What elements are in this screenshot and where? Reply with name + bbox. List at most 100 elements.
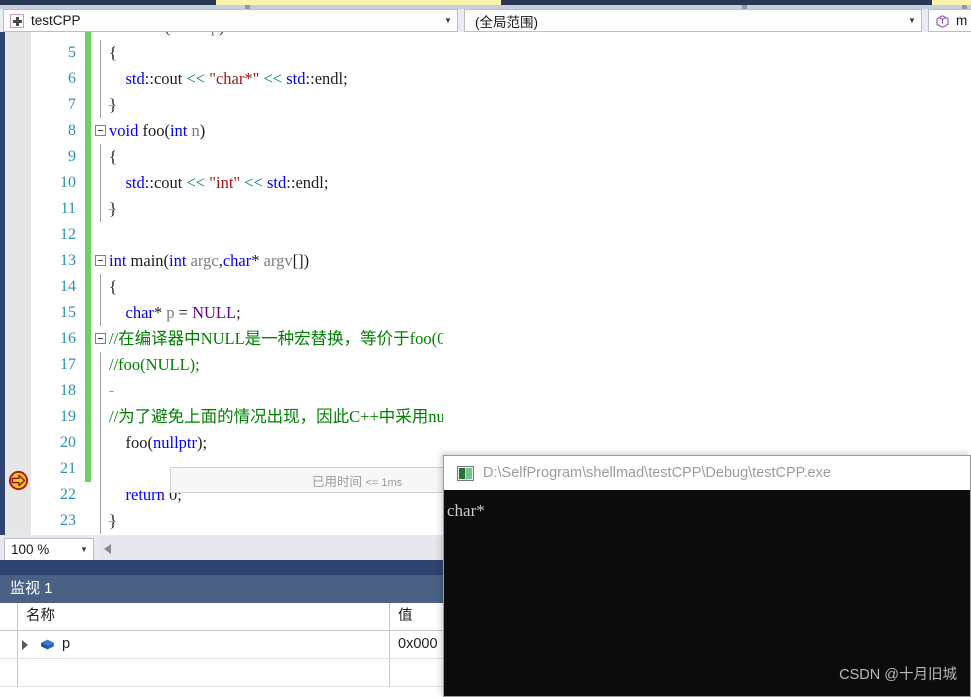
fold-gutter[interactable] (91, 482, 109, 508)
code-text[interactable]: return 0; (109, 482, 182, 508)
line-number: 14 (31, 274, 76, 300)
puzzle-piece-icon (8, 13, 26, 29)
elapsed-time-annotation: 已用时间 <= 1ms (312, 471, 402, 490)
code-line[interactable]: 11} (31, 196, 443, 222)
line-number: 12 (31, 222, 76, 248)
fold-gutter[interactable] (91, 352, 109, 378)
line-number: 22 (31, 482, 76, 508)
watch-header-name[interactable]: 名称 (18, 603, 390, 630)
fold-gutter[interactable] (91, 66, 109, 92)
horizontal-scrollbar[interactable] (99, 538, 443, 561)
fold-gutter[interactable] (91, 92, 109, 118)
chevron-down-icon[interactable]: ▼ (75, 545, 93, 554)
fold-gutter[interactable] (91, 196, 109, 222)
scroll-left-arrow-icon[interactable] (104, 544, 111, 554)
zoom-level-dropdown[interactable]: 100 % ▼ (4, 538, 94, 561)
code-editor[interactable]: 4void foo(char* p)5{6 std::cout << "char… (0, 32, 443, 535)
watch-window: 监视 1 名称 值 p 0x000 (0, 565, 443, 697)
console-output-line: char* (444, 500, 970, 522)
fold-gutter[interactable] (91, 430, 109, 456)
code-text[interactable]: { (109, 144, 117, 170)
code-line[interactable]: 8void foo(int n) (31, 118, 443, 144)
code-line[interactable]: 9{ (31, 144, 443, 170)
member-dropdown[interactable]: m (928, 9, 971, 32)
table-row[interactable]: p 0x000 (0, 631, 443, 659)
collapse-minus-icon[interactable] (95, 255, 106, 266)
expander-triangle-icon[interactable] (22, 640, 28, 650)
code-text[interactable]: //foo(NULL); (109, 352, 200, 378)
watch-row-gutter (0, 631, 18, 658)
fold-guide-line (100, 170, 101, 196)
fold-gutter[interactable] (91, 40, 109, 66)
watch-column-separator (389, 659, 390, 686)
code-text[interactable]: std::cout << "int" << std::endl; (109, 170, 328, 196)
fold-gutter[interactable] (91, 404, 109, 430)
current-execution-arrow-icon[interactable] (8, 470, 29, 491)
code-line[interactable]: 15 char* p = NULL; (31, 300, 443, 326)
code-line[interactable]: 6 std::cout << "char*" << std::endl; (31, 66, 443, 92)
navigation-bar: testCPP ▼ (全局范围) ▼ m (0, 9, 971, 32)
chevron-down-icon[interactable]: ▼ (439, 9, 457, 32)
watch-variable-name[interactable]: p (62, 631, 70, 658)
fold-gutter[interactable] (91, 508, 109, 534)
line-number: 6 (31, 66, 76, 92)
code-line[interactable]: 18 (31, 378, 443, 404)
elapsed-label: 已用时间 (312, 475, 362, 489)
code-text[interactable]: std::cout << "char*" << std::endl; (109, 66, 348, 92)
code-line[interactable]: 5{ (31, 40, 443, 66)
collapse-minus-icon[interactable] (95, 125, 106, 136)
chevron-down-icon[interactable]: ▼ (903, 9, 921, 32)
console-window[interactable]: D:\SelfProgram\shellmad\testCPP\Debug\te… (443, 455, 971, 697)
fold-gutter[interactable] (91, 144, 109, 170)
line-number: 5 (31, 40, 76, 66)
console-title-bar[interactable]: D:\SelfProgram\shellmad\testCPP\Debug\te… (444, 456, 970, 490)
code-line[interactable]: 16//在编译器中NULL是一种宏替换，等价于foo(0);而非想要指向的指针类… (31, 326, 443, 352)
project-dropdown[interactable]: testCPP ▼ (3, 9, 458, 32)
code-line[interactable]: 14 { (31, 274, 443, 300)
fold-gutter[interactable] (91, 378, 109, 404)
line-number: 13 (31, 248, 76, 274)
code-surface[interactable]: 4void foo(char* p)5{6 std::cout << "char… (31, 32, 443, 535)
fold-gutter[interactable] (91, 456, 109, 482)
elapsed-value: <= 1ms (366, 477, 403, 489)
code-line[interactable]: 7} (31, 92, 443, 118)
code-text[interactable]: //为了避免上面的情况出现，因此C++中采用nullptr (109, 404, 443, 430)
fold-gutter[interactable] (91, 326, 109, 352)
code-text[interactable]: //在编译器中NULL是一种宏替换，等价于foo(0);而非想要指向的指针类型，… (109, 326, 443, 352)
code-text[interactable]: { (109, 40, 117, 66)
code-text[interactable]: void foo(char* p) (109, 32, 225, 40)
code-line[interactable]: 19//为了避免上面的情况出现，因此C++中采用nullptr (31, 404, 443, 430)
code-line[interactable]: 20 foo(nullptr); (31, 430, 443, 456)
fold-gutter[interactable] (91, 222, 109, 248)
collapse-minus-icon[interactable] (95, 333, 106, 344)
line-number: 7 (31, 92, 76, 118)
fold-guide-end (100, 196, 101, 222)
fold-guide-end (100, 92, 101, 118)
code-text[interactable]: int main(int argc,char* argv[]) (109, 248, 309, 274)
scope-dropdown[interactable]: (全局范围) ▼ (464, 9, 922, 32)
code-lines: 4void foo(char* p)5{6 std::cout << "char… (31, 32, 443, 534)
fold-gutter[interactable] (91, 274, 109, 300)
code-text[interactable]: { (109, 274, 117, 300)
fold-guide-line (100, 66, 101, 92)
table-row[interactable] (0, 659, 443, 687)
code-line[interactable]: 12 (31, 222, 443, 248)
code-text[interactable]: void foo(int n) (109, 118, 205, 144)
code-line[interactable]: 4void foo(char* p) (31, 32, 443, 40)
line-number: 18 (31, 378, 76, 404)
breakpoint-gutter[interactable] (5, 32, 31, 535)
code-line[interactable]: 17//foo(NULL); (31, 352, 443, 378)
fold-gutter[interactable] (91, 248, 109, 274)
code-line[interactable]: 23} (31, 508, 443, 534)
watch-variable-value[interactable]: 0x000 (398, 631, 438, 658)
code-line[interactable]: 13 int main(int argc,char* argv[]) (31, 248, 443, 274)
fold-gutter[interactable] (91, 170, 109, 196)
code-text[interactable]: foo(nullptr); (109, 430, 207, 456)
fold-gutter[interactable] (91, 32, 109, 40)
code-line[interactable]: 10 std::cout << "int" << std::endl; (31, 170, 443, 196)
visual-studio-window: testCPP ▼ (全局范围) ▼ m 4void foo(char* p)5… (0, 0, 971, 697)
fold-gutter[interactable] (91, 118, 109, 144)
fold-guide-line (100, 430, 101, 456)
code-text[interactable]: char* p = NULL; (109, 300, 241, 326)
fold-gutter[interactable] (91, 300, 109, 326)
